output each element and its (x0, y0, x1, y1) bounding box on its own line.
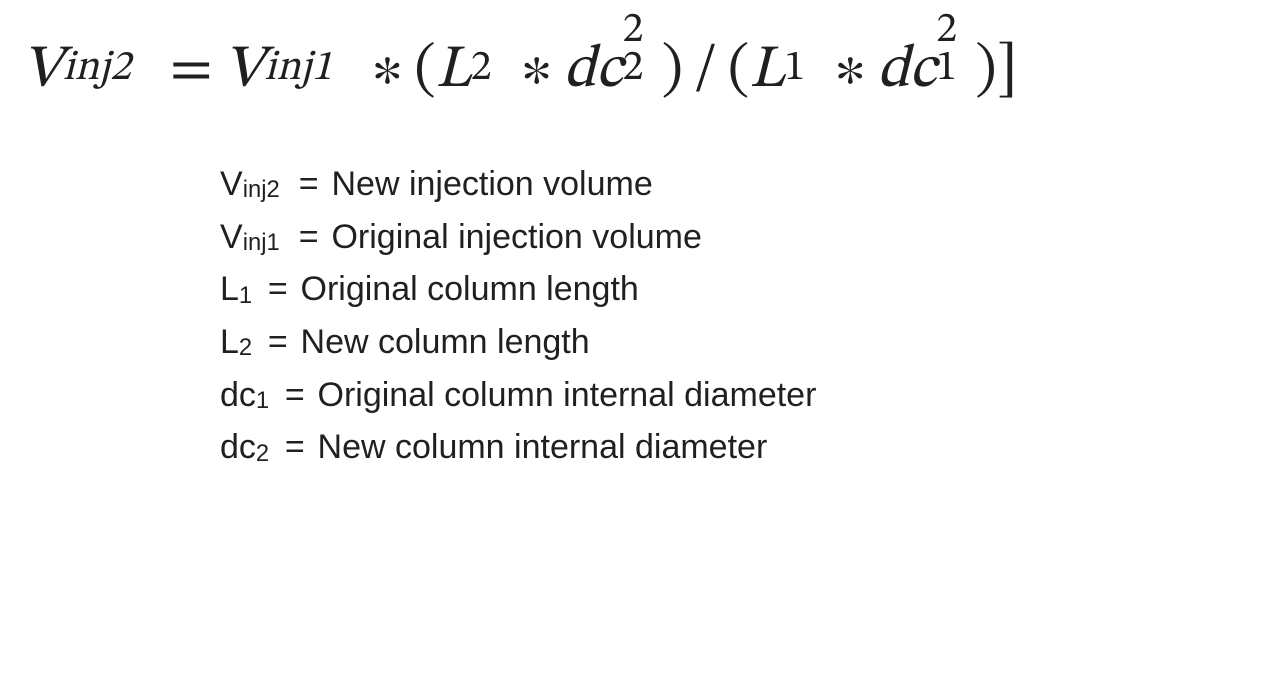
legend-sub-2: 2 (256, 424, 276, 458)
legend-sym-dc: dc (220, 369, 256, 422)
legend-eq: = (276, 376, 308, 414)
legend-desc-dc2: New column internal diameter (318, 428, 768, 466)
paren-close-2: ) (975, 41, 996, 101)
legend-desc-Vinj2: New injection volume (331, 165, 652, 203)
legend-sym-dc: dc (220, 421, 256, 474)
var-dc: dc (877, 32, 936, 110)
legend-eq: = (290, 165, 322, 203)
var-dc: dc (563, 32, 622, 110)
term-Vinj1: Vinj1 (224, 26, 361, 110)
op-equals: = (159, 41, 224, 101)
op-mul: ∗ (823, 41, 877, 101)
legend-sub-inj1: inj1 (243, 214, 291, 248)
legend-desc-L2: New column length (301, 323, 590, 361)
var-V: V (224, 32, 265, 110)
legend-row-dc1: dc1= Original column internal diameter (220, 369, 1258, 422)
var-V: V (22, 32, 63, 110)
page: Vinj2 = Vinj1 ∗( L2 ∗ dc22 )/( L1 ∗ dc21… (0, 0, 1280, 686)
legend-row-L2: L2= New column length (220, 316, 1258, 369)
legend-row-Vinj1: Vinj1= Original injection volume (220, 211, 1258, 264)
var-L: L (749, 32, 784, 110)
sub-1: 1 (784, 26, 823, 86)
op-mul: ∗ (510, 41, 564, 101)
legend-row-dc2: dc2= New column internal diameter (220, 421, 1258, 474)
term-dc2sq: dc22 (563, 26, 661, 110)
sub-2: 2 (471, 26, 510, 86)
legend-sub-2: 2 (239, 319, 259, 353)
term-Vinj2: Vinj2 (22, 26, 159, 110)
legend-desc-L1: Original column length (301, 270, 639, 308)
sub-inj1: inj1 (264, 26, 360, 86)
legend-sym-L: L (220, 263, 239, 316)
legend-eq: = (290, 218, 322, 256)
legend-row-L1: L1= Original column length (220, 263, 1258, 316)
term-L1: L1 (749, 26, 823, 110)
legend-sub-inj2: inj2 (243, 161, 291, 195)
legend-eq: = (259, 323, 291, 361)
variable-legend: Vinj2= New injection volume Vinj1= Origi… (220, 158, 1258, 474)
legend-sym-V: V (220, 211, 243, 264)
paren-open-2: ( (728, 41, 749, 101)
op-div: / (683, 41, 728, 101)
paren-close-1: ) (662, 41, 683, 101)
term-dc1sq: dc21 (877, 26, 975, 110)
legend-sub-1: 1 (239, 266, 259, 300)
legend-sym-V: V (220, 158, 243, 211)
bracket-close: ] (997, 41, 1018, 101)
legend-desc-Vinj1: Original injection volume (331, 218, 701, 256)
legend-eq: = (259, 270, 291, 308)
legend-sym-L: L (220, 316, 239, 369)
term-L2: L2 (436, 26, 510, 110)
legend-row-Vinj2: Vinj2= New injection volume (220, 158, 1258, 211)
legend-desc-dc1: Original column internal diameter (318, 376, 817, 414)
sub-inj2: inj2 (63, 26, 159, 86)
legend-eq: = (276, 428, 308, 466)
paren-open-1: ( (414, 41, 435, 101)
formula: Vinj2 = Vinj1 ∗( L2 ∗ dc22 )/( L1 ∗ dc21… (22, 26, 1258, 110)
var-L: L (436, 32, 471, 110)
subsup-2-sq: 22 (623, 26, 662, 86)
subsup-1-sq: 21 (936, 26, 975, 86)
op-mul: ∗ (360, 41, 414, 101)
legend-sub-1: 1 (256, 372, 276, 406)
